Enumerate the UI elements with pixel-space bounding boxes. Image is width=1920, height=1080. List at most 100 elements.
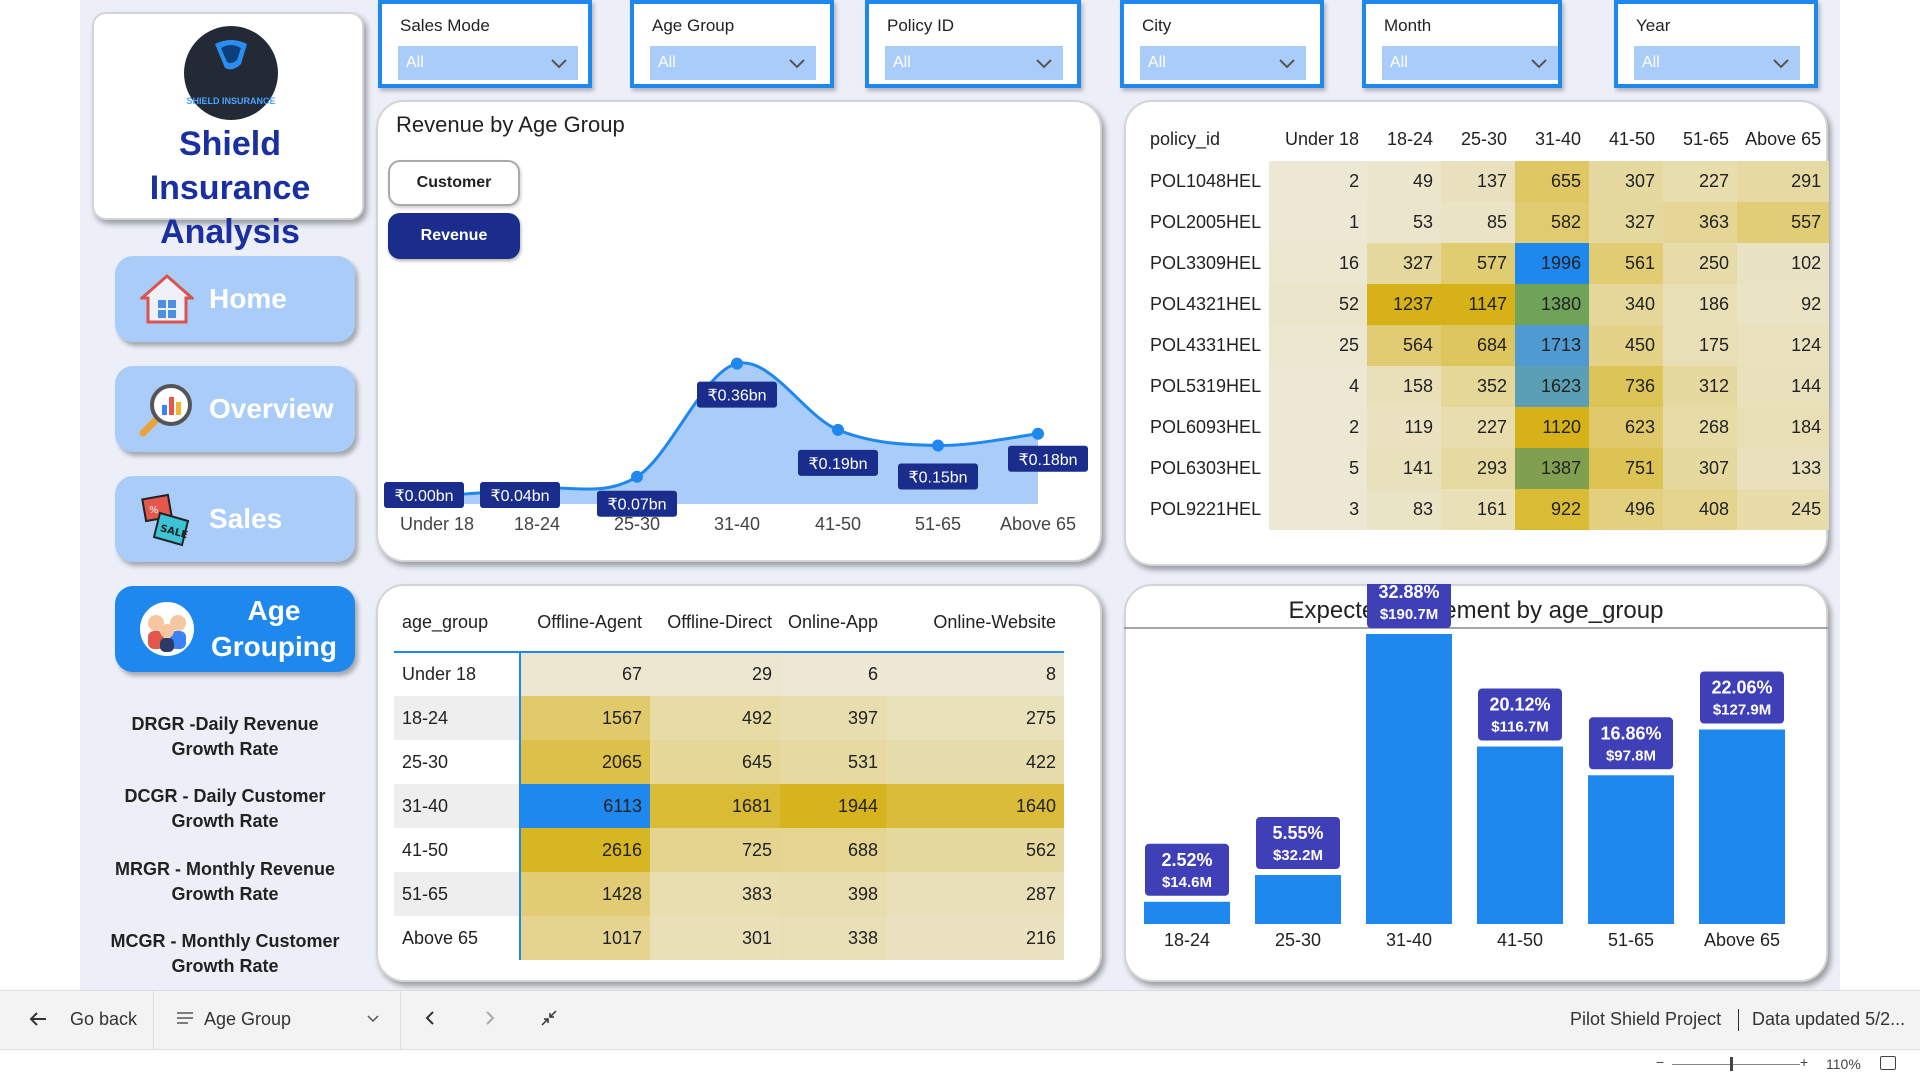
- x-tick-label: Under 18: [400, 514, 474, 534]
- table-cell: 49: [1367, 161, 1442, 202]
- percent-label: 5.55%: [1272, 823, 1323, 843]
- nav-sales-button[interactable]: % SALE Sales: [115, 476, 355, 562]
- table-row: 18-24 1567 492 397 275: [394, 696, 1065, 740]
- data-point[interactable]: [1032, 427, 1044, 440]
- column-header[interactable]: Online-App: [780, 594, 886, 652]
- fit-to-page-icon[interactable]: [1880, 1056, 1896, 1070]
- table-cell: 186: [1663, 284, 1738, 325]
- previous-page-icon[interactable]: [422, 1009, 438, 1032]
- bar[interactable]: [1366, 634, 1452, 924]
- nav-overview-button[interactable]: Overview: [115, 366, 355, 452]
- percent-label: 32.88%: [1378, 584, 1439, 602]
- zoom-slider-handle[interactable]: [1730, 1057, 1733, 1071]
- column-header[interactable]: 25-30: [1441, 117, 1515, 161]
- chevron-down-icon[interactable]: [366, 1009, 380, 1030]
- zoom-slider[interactable]: [1672, 1064, 1800, 1065]
- x-tick-label: 31-40: [714, 514, 760, 534]
- table-cell: 623: [1589, 407, 1664, 448]
- zoom-in-icon[interactable]: +: [1800, 1054, 1808, 1070]
- table-cell: 85: [1441, 202, 1516, 243]
- table-row: POL3309HEL 16 327 577 1996 561 250 102: [1142, 243, 1830, 284]
- table-cell: 124: [1737, 325, 1830, 366]
- table-row: Above 65 1017 301 338 216: [394, 916, 1065, 960]
- slicer-label: Age Group: [652, 16, 735, 35]
- column-header[interactable]: 41-50: [1589, 117, 1663, 161]
- data-point[interactable]: [832, 423, 844, 436]
- go-back-button[interactable]: Go back: [70, 1009, 137, 1030]
- slicer-dropdown[interactable]: All: [1382, 46, 1558, 80]
- column-header[interactable]: age_group: [394, 594, 520, 652]
- slicer-age-group[interactable]: Age Group All: [630, 0, 834, 88]
- row-header: 41-50: [394, 828, 521, 872]
- nav-home-button[interactable]: Home: [115, 256, 355, 342]
- slicer-dropdown[interactable]: All: [650, 46, 816, 80]
- column-header[interactable]: Online-Website: [886, 594, 1064, 652]
- column-header[interactable]: Offline-Direct: [650, 594, 780, 652]
- column-header[interactable]: 31-40: [1515, 117, 1589, 161]
- data-label: ₹0.04bn: [490, 488, 549, 505]
- page-list-icon: [176, 1009, 194, 1032]
- table-cell: 736: [1589, 366, 1664, 407]
- column-header[interactable]: Above 65: [1737, 117, 1829, 161]
- table-cell: 158: [1367, 366, 1442, 407]
- column-header[interactable]: Offline-Agent: [520, 594, 650, 652]
- slicer-policy-id[interactable]: Policy ID All: [865, 0, 1081, 88]
- nav-age-grouping-button[interactable]: Age Grouping: [115, 586, 355, 672]
- column-header[interactable]: policy_id: [1142, 117, 1269, 161]
- data-point[interactable]: [731, 357, 743, 370]
- bar[interactable]: [1588, 775, 1674, 924]
- bar[interactable]: [1699, 729, 1785, 924]
- bar[interactable]: [1144, 901, 1230, 924]
- back-arrow-icon[interactable]: [28, 1009, 48, 1034]
- table-cell: 52: [1269, 284, 1368, 325]
- column-header[interactable]: 18-24: [1367, 117, 1441, 161]
- table-cell: 1567: [520, 696, 650, 740]
- zoom-out-icon[interactable]: −: [1656, 1054, 1664, 1070]
- column-header[interactable]: 51-65: [1663, 117, 1737, 161]
- zoom-bar: − + 110%: [0, 1050, 1920, 1080]
- table-cell: 268: [1663, 407, 1738, 448]
- data-point[interactable]: [631, 470, 643, 483]
- glossary-drgr: DRGR -Daily Revenue Growth Rate: [131, 714, 319, 759]
- data-point[interactable]: [932, 439, 944, 452]
- table-cell: 2616: [520, 828, 650, 872]
- table-cell: 307: [1589, 161, 1664, 202]
- page-selector[interactable]: Age Group: [204, 1009, 291, 1030]
- table-cell: 137: [1441, 161, 1516, 202]
- table-cell: 184: [1737, 407, 1830, 448]
- table-cell: 2065: [520, 740, 650, 784]
- row-header: 51-65: [394, 872, 521, 916]
- exit-fullscreen-icon[interactable]: [540, 1009, 558, 1032]
- table-cell: 531: [780, 740, 887, 784]
- table-cell: 1147: [1441, 284, 1516, 325]
- sale-tag-icon: % SALE: [137, 489, 197, 549]
- slicer-value: All: [1390, 54, 1408, 71]
- slicer-city[interactable]: City All: [1120, 0, 1324, 88]
- bar[interactable]: [1255, 875, 1341, 924]
- column-header[interactable]: Under 18: [1269, 117, 1367, 161]
- slicer-dropdown[interactable]: All: [885, 46, 1063, 80]
- slicer-month[interactable]: Month All: [1362, 0, 1562, 88]
- bar[interactable]: [1477, 746, 1563, 924]
- value-label: $127.9M: [1713, 702, 1771, 719]
- policy-matrix-table: policy_id Under 18 18-24 25-30 31-40 41-50 51-…: [1142, 117, 1830, 530]
- slicer-year[interactable]: Year All: [1614, 0, 1818, 88]
- slicer-value: All: [1148, 54, 1166, 71]
- value-label: $32.2M: [1273, 847, 1323, 864]
- table-cell: 1428: [520, 872, 650, 916]
- table-cell: 144: [1737, 366, 1830, 407]
- slicer-dropdown[interactable]: All: [398, 46, 578, 80]
- table-cell: 307: [1663, 448, 1738, 489]
- table-row: POL9221HEL 3 83 161 922 496 408 245: [1142, 489, 1830, 530]
- table-cell: 227: [1441, 407, 1516, 448]
- next-page-icon[interactable]: [482, 1009, 498, 1032]
- row-header: POL6093HEL: [1142, 407, 1270, 448]
- table-row: POL6303HEL 5 141 293 1387 751 307 133: [1142, 448, 1830, 489]
- table-cell: 25: [1269, 325, 1368, 366]
- project-name: Pilot Shield Project: [1570, 1009, 1722, 1029]
- slicer-dropdown[interactable]: All: [1634, 46, 1800, 80]
- slicer-sales-mode[interactable]: Sales Mode All: [378, 0, 592, 88]
- slicer-dropdown[interactable]: All: [1140, 46, 1306, 80]
- table-cell: 655: [1515, 161, 1590, 202]
- table-cell: 293: [1441, 448, 1516, 489]
